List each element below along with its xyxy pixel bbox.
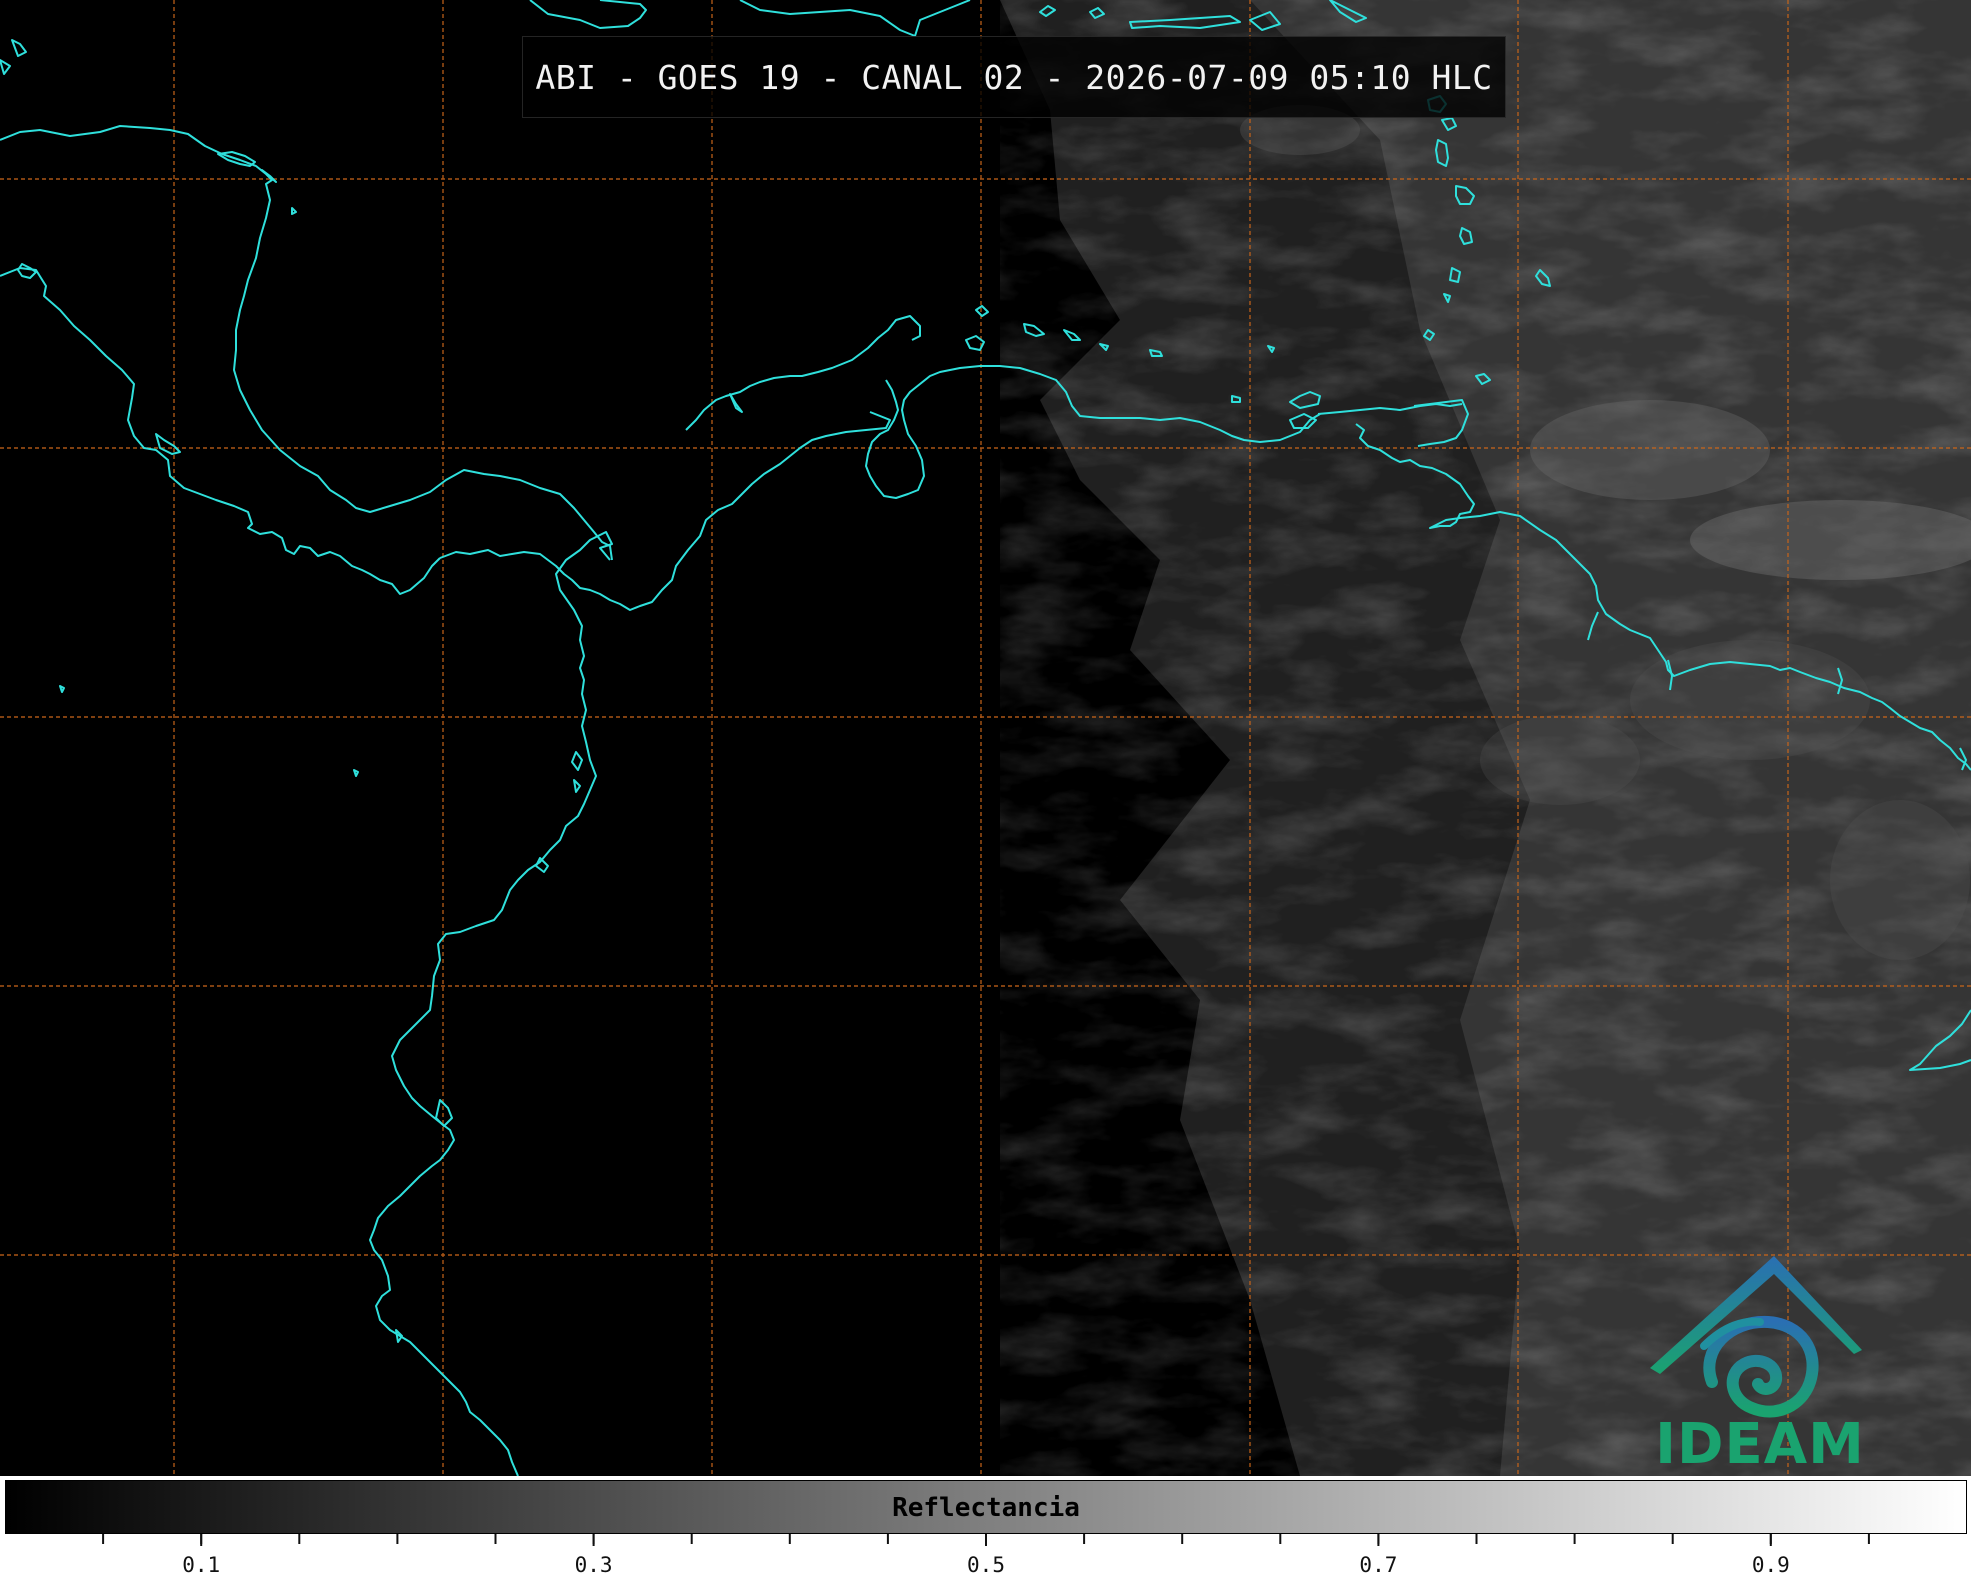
satellite-image-viewer: ABI - GOES 19 - CANAL 02 - 2026-07-09 05…	[0, 0, 1971, 1577]
image-title-box: ABI - GOES 19 - CANAL 02 - 2026-07-09 05…	[522, 36, 1506, 118]
reflectance-colorbar: Reflectancia	[5, 1480, 1967, 1534]
ideam-logo-text: IDEAM	[1655, 1412, 1865, 1477]
colorbar-tick-label: 0.5	[967, 1553, 1005, 1577]
colorbar-tick-label: 0.3	[575, 1553, 613, 1577]
colorbar-tick-label: 0.7	[1359, 1553, 1397, 1577]
colorbar-panel: Reflectancia 0.1 0.3 0.5 0.7 0.9	[0, 1476, 1971, 1577]
colorbar-label: Reflectancia	[892, 1493, 1080, 1523]
colorbar-tick-label: 0.9	[1752, 1553, 1790, 1577]
colorbar-ticks: 0.1 0.3 0.5 0.7 0.9	[102, 1534, 1870, 1577]
image-title: ABI - GOES 19 - CANAL 02 - 2026-07-09 05…	[535, 57, 1493, 97]
colorbar-tick-label: 0.1	[182, 1553, 220, 1577]
